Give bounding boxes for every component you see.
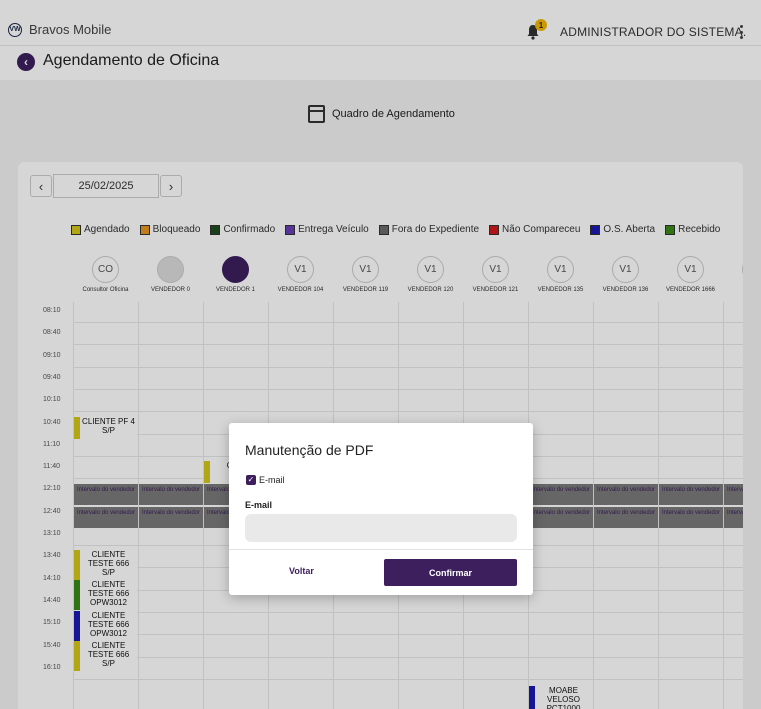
email-checkbox-label: E-mail: [259, 475, 285, 485]
email-field[interactable]: [245, 514, 517, 542]
confirm-button[interactable]: Confirmar: [384, 559, 517, 586]
modal-backdrop[interactable]: [0, 0, 761, 709]
dialog-title: Manutenção de PDF: [245, 442, 374, 458]
pdf-maintenance-dialog: Manutenção de PDF ✓ E-mail E-mail Voltar…: [229, 423, 533, 595]
email-checkbox-row[interactable]: ✓ E-mail: [246, 475, 285, 485]
checkbox-checked-icon[interactable]: ✓: [246, 475, 256, 485]
email-field-label: E-mail: [245, 500, 273, 510]
back-dialog-button[interactable]: Voltar: [289, 566, 314, 576]
dialog-divider: [229, 549, 533, 550]
